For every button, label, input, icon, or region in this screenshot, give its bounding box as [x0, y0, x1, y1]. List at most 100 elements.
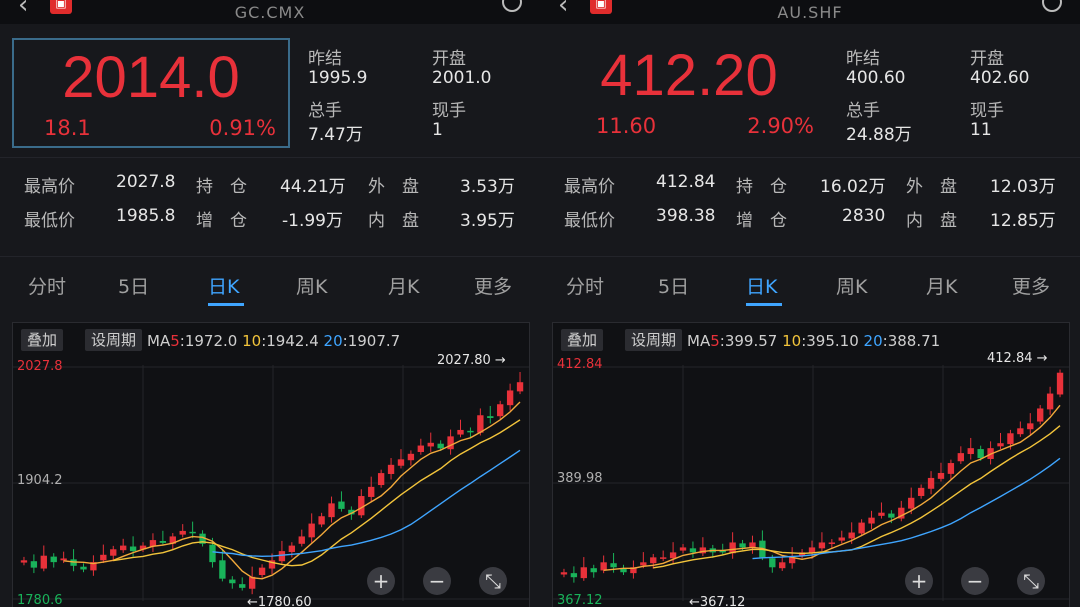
- current-hand-value: 11: [970, 120, 992, 140]
- panel-right: ‹ ▣ AU.SHF 412.20 11.60 2.90% 昨结 400.60 …: [540, 0, 1080, 607]
- fullscreen-icon[interactable]: ⤡: [1017, 567, 1045, 595]
- candle-body: [40, 555, 47, 569]
- low-marker: ←1780.60: [247, 595, 312, 607]
- candle-body: [179, 530, 186, 535]
- outer-value: 3.53万: [460, 177, 515, 197]
- candle-body: [387, 464, 395, 474]
- candle-body: [338, 501, 345, 509]
- candle-body: [1027, 423, 1034, 430]
- tab-5day[interactable]: 5日: [658, 272, 689, 299]
- candle-body: [679, 547, 687, 551]
- top-bar: ‹ ▣ AU.SHF: [540, 0, 1080, 24]
- candle-body: [779, 562, 786, 569]
- overlay-button[interactable]: 叠加: [21, 329, 64, 351]
- symbol-title: AU.SHF: [777, 3, 843, 22]
- active-tab-indicator: [208, 303, 244, 306]
- kline-chart[interactable]: 叠加 设周期 MA5:1972.0 10:1942.4 20:1907.7 20…: [12, 322, 530, 607]
- tab-daily-k[interactable]: 日K: [746, 272, 777, 299]
- candle-body: [209, 544, 216, 563]
- volume-value: 7.47万: [308, 125, 363, 145]
- volume-label: 总手: [846, 101, 880, 121]
- candle-body: [937, 472, 945, 479]
- candle-body: [288, 545, 296, 553]
- ma20-value: 1907.7: [347, 332, 401, 350]
- candle-body: [417, 445, 424, 452]
- divider: [0, 157, 540, 158]
- high-label: 最高价: [24, 177, 75, 197]
- tab-weekly-k[interactable]: 周K: [836, 272, 867, 299]
- price-change-pct: 0.91%: [209, 116, 276, 140]
- candle-body: [590, 568, 597, 573]
- tab-monthly-k[interactable]: 月K: [388, 272, 419, 299]
- open-interest-label: 持 仓: [196, 177, 247, 197]
- outer-value: 12.03万: [990, 177, 1056, 197]
- ma5-key: 5: [170, 332, 180, 350]
- zoom-out-icon[interactable]: −: [961, 567, 989, 595]
- candle-body: [560, 572, 568, 575]
- tab-intraday[interactable]: 分时: [566, 272, 604, 299]
- candle-body: [1037, 408, 1044, 422]
- kline-chart[interactable]: 叠加 设周期 MA5:399.57 10:395.10 20:388.71 41…: [552, 322, 1070, 607]
- tab-more[interactable]: 更多: [1012, 272, 1050, 299]
- y-axis-bottom: 1780.6: [17, 593, 63, 607]
- candle-body: [437, 443, 444, 449]
- candle-body: [258, 567, 266, 576]
- candle-body: [100, 554, 107, 561]
- tab-weekly-k[interactable]: 周K: [296, 272, 327, 299]
- candle-body: [570, 573, 578, 578]
- candle-body: [60, 558, 67, 561]
- current-hand-value: 1: [432, 120, 443, 140]
- zoom-out-icon[interactable]: −: [423, 567, 451, 595]
- open-label: 开盘: [970, 49, 1004, 69]
- tab-5day[interactable]: 5日: [118, 272, 149, 299]
- high-marker: 412.84 →: [987, 351, 1048, 366]
- ma10-key: 10: [242, 332, 262, 350]
- price-change: 11.60: [596, 114, 657, 138]
- high-value: 412.84: [656, 172, 716, 192]
- candle-body: [516, 382, 524, 392]
- candle-body: [20, 560, 28, 563]
- zoom-in-icon[interactable]: +: [905, 567, 933, 595]
- candle-body: [977, 449, 984, 459]
- volume-label: 总手: [308, 101, 342, 121]
- prev-close-value: 400.60: [846, 68, 906, 88]
- set-period-button[interactable]: 设周期: [85, 329, 143, 351]
- period-tabs: 分时 5日 日K 周K 月K 更多: [540, 272, 1080, 306]
- candle-body: [129, 546, 137, 552]
- candle-body: [769, 558, 776, 568]
- price-box: 2014.0 18.1 0.91%: [12, 38, 290, 148]
- candle-body: [967, 448, 974, 455]
- open-value: 402.60: [970, 68, 1030, 88]
- y-axis-top: 2027.8: [17, 359, 63, 374]
- candle-body: [308, 523, 315, 538]
- set-period-button[interactable]: 设周期: [625, 329, 683, 351]
- inner-value: 3.95万: [460, 211, 515, 231]
- candle-body: [457, 429, 464, 435]
- add-position-value: -1.99万: [282, 211, 343, 231]
- candle-body: [908, 497, 915, 509]
- tab-more[interactable]: 更多: [474, 272, 512, 299]
- tab-intraday[interactable]: 分时: [28, 272, 66, 299]
- open-interest-label: 持 仓: [736, 177, 787, 197]
- candle-body: [159, 541, 167, 543]
- zoom-in-icon[interactable]: +: [367, 567, 395, 595]
- candle-body: [1056, 372, 1064, 395]
- open-label: 开盘: [432, 49, 466, 69]
- candle-body: [219, 560, 226, 579]
- tab-monthly-k[interactable]: 月K: [926, 272, 957, 299]
- price-change: 18.1: [44, 116, 91, 140]
- low-value: 1985.8: [116, 206, 176, 226]
- candle-body: [660, 557, 667, 559]
- tab-daily-k[interactable]: 日K: [208, 272, 239, 299]
- ma10-key: 10: [782, 332, 802, 350]
- candle-body: [377, 473, 385, 486]
- candle-body: [497, 404, 504, 417]
- high-value: 2027.8: [116, 172, 176, 192]
- candle-body: [407, 453, 415, 461]
- candle-body: [997, 443, 1004, 447]
- low-label: 最低价: [24, 211, 75, 231]
- candle-body: [189, 531, 196, 534]
- ma20-line: [752, 457, 1061, 560]
- fullscreen-icon[interactable]: ⤡: [479, 567, 507, 595]
- overlay-button[interactable]: 叠加: [561, 329, 604, 351]
